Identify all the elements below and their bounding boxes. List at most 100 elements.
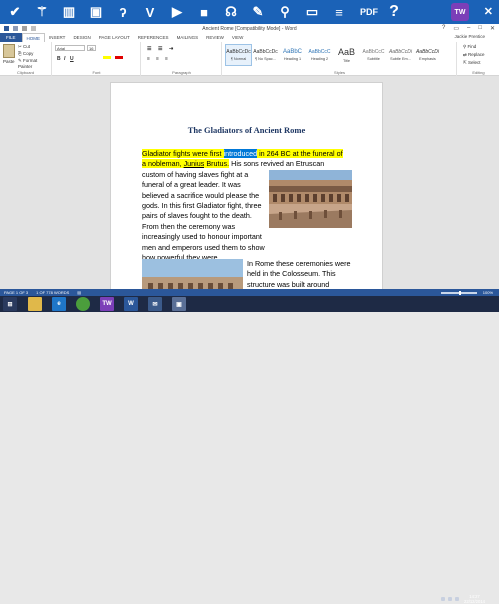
paragraph-custom[interactable]: custom of having slaves fight at a funer… [142, 170, 266, 264]
style-title[interactable]: AaB Title [333, 44, 360, 66]
user-name[interactable]: Jackie Prentice [454, 34, 485, 39]
word-count[interactable]: 1 OF 778 WORDS [36, 290, 69, 295]
style-preview: AaBbCcC [308, 49, 331, 55]
cut-button[interactable]: ✂ Cut [18, 44, 30, 50]
align-right-icon[interactable]: ≡ [165, 56, 168, 62]
indent-icon[interactable]: ⇥ [169, 46, 173, 52]
ribbon: Paste ✂ Cut ⎘ Copy ✎ Format Painter Clip… [0, 42, 499, 76]
paste-icon[interactable] [3, 44, 15, 58]
network-icon[interactable] [441, 597, 445, 601]
document-page[interactable]: The Gladiators of Ancient Rome Gladiator… [110, 82, 383, 289]
editing-group: ⚲ Find ⇄ Replace ⇱ Select Editing [458, 42, 499, 76]
highlighted-text[interactable]: Gladiator fights were first [142, 149, 224, 158]
word-taskbar-icon[interactable]: W [124, 297, 138, 311]
style-heading-1[interactable]: AaBbC Heading 1 [279, 44, 306, 66]
copy-button[interactable]: ⎘ Copy [18, 51, 33, 56]
stop-icon[interactable]: ■ [192, 2, 216, 22]
tab-mailings[interactable]: MAILINGS [173, 33, 203, 42]
font-color-icon[interactable] [115, 56, 123, 59]
numbering-icon[interactable]: ☰ [158, 46, 162, 52]
misspelled-word[interactable]: Junius [183, 159, 205, 169]
flag-icon[interactable] [455, 597, 459, 601]
ribbon-display-button[interactable]: ▭ [453, 25, 459, 32]
style-no-spacing[interactable]: AaBbCcDc ¶ No Spac... [252, 44, 279, 66]
minimize-button[interactable]: – [467, 25, 470, 32]
highlight-color-icon[interactable] [103, 56, 111, 59]
body-text[interactable]: His sons revived an Etruscan [229, 159, 324, 168]
find-button[interactable]: ⚲ Find [463, 44, 476, 50]
file-explorer-icon[interactable] [28, 297, 42, 311]
selected-word[interactable]: introduced [223, 149, 258, 158]
proofing-icon[interactable]: ▤ [77, 290, 81, 295]
help-button[interactable]: ? [442, 25, 445, 32]
tab-page-layout[interactable]: PAGE LAYOUT [95, 33, 134, 42]
style-normal[interactable]: AaBbCcDc ¶ Normal [225, 44, 252, 66]
app-icon[interactable]: ▣ [172, 297, 186, 311]
chrome-icon[interactable] [76, 297, 90, 311]
help-icon[interactable]: ? [382, 2, 406, 22]
volume-icon[interactable] [448, 597, 452, 601]
italic-button[interactable]: I [64, 56, 65, 62]
bold-button[interactable]: B [57, 56, 61, 62]
spell-wand-icon[interactable]: ⚚ [30, 2, 54, 22]
hearing-icon[interactable]: ʔ [111, 2, 135, 22]
replace-label: Replace [468, 52, 485, 57]
tab-insert[interactable]: INSERT [45, 33, 69, 42]
zoom-level[interactable]: 100% [483, 290, 493, 295]
style-name: Title [342, 59, 351, 63]
align-center-icon[interactable]: ≡ [156, 56, 159, 62]
highlighter-icon[interactable]: ✎ [246, 2, 270, 22]
font-size-select[interactable]: 16 [87, 45, 96, 51]
speak-icon[interactable]: V [138, 2, 162, 22]
select-button[interactable]: ⇱ Select [463, 60, 481, 66]
start-icon[interactable]: ⊞ [3, 297, 17, 311]
colosseum-image[interactable] [142, 259, 243, 289]
tab-home[interactable]: HOME [21, 33, 46, 42]
internet-explorer-icon[interactable]: e [52, 297, 66, 311]
style-heading-2[interactable]: AaBbCcC Heading 2 [306, 44, 333, 66]
paragraph-colosseum[interactable]: In Rome these ceremonies were held in th… [247, 259, 361, 289]
document-area[interactable]: The Gladiators of Ancient Rome Gladiator… [0, 76, 499, 289]
book-icon[interactable]: ▥ [57, 2, 81, 22]
search-icon[interactable]: ⚲ [273, 2, 297, 22]
paste-button[interactable]: Paste [3, 59, 15, 64]
window-close-button[interactable]: ✕ [490, 25, 495, 32]
overlay-icon[interactable]: ≡ [327, 2, 351, 22]
highlighted-text[interactable]: in 264 BC at the funeral of [257, 149, 343, 158]
style-subtle-emphasis[interactable]: AaBbCcDi Subtle Em... [387, 44, 414, 66]
underline-button[interactable]: U [70, 56, 74, 62]
pdf-button[interactable]: PDF [356, 2, 382, 22]
clock[interactable]: 14:27 22/12/2014 [464, 594, 485, 604]
highlighted-text[interactable]: Brutus. [204, 159, 230, 169]
tab-design[interactable]: DESIGN [69, 33, 94, 42]
replace-button[interactable]: ⇄ Replace [463, 52, 485, 58]
headphones-icon[interactable]: ☊ [219, 2, 243, 22]
maximize-button[interactable]: □ [478, 25, 482, 32]
screen-icon[interactable]: ▭ [300, 2, 324, 22]
highlighted-text[interactable]: a nobleman, [142, 159, 184, 169]
zoom-slider-handle[interactable] [459, 291, 461, 295]
texthelp-taskbar-icon[interactable]: TW [100, 297, 114, 311]
style-subtitle[interactable]: AaBbCcC Subtitle [360, 44, 387, 66]
document-title[interactable]: The Gladiators of Ancient Rome [111, 125, 382, 135]
page-count[interactable]: PAGE 1 OF 3 [4, 290, 28, 295]
mail-icon[interactable]: ✉ [148, 297, 162, 311]
tab-file[interactable]: FILE [0, 33, 22, 42]
texthelp-badge[interactable]: TW [451, 3, 469, 21]
checkmark-icon[interactable]: ✔ [3, 2, 27, 22]
tab-references[interactable]: REFERENCES [134, 33, 173, 42]
bullets-icon[interactable]: ☰ [147, 46, 151, 52]
align-left-icon[interactable]: ≡ [147, 56, 150, 62]
close-icon[interactable]: ✕ [484, 5, 493, 18]
font-name-select[interactable]: Arial [55, 45, 85, 51]
style-emphasis[interactable]: AaBbCcDi Emphasis [414, 44, 441, 66]
format-painter-button[interactable]: ✎ Format Painter [18, 58, 51, 69]
play-icon[interactable]: ▶ [165, 2, 189, 22]
paragraph-intro[interactable]: Gladiator fights were first introduced i… [142, 149, 357, 170]
colosseum-interior-image[interactable] [269, 170, 352, 228]
style-preview: AaB [337, 47, 355, 57]
tab-view[interactable]: VIEW [228, 33, 248, 42]
status-bar: PAGE 1 OF 3 1 OF 778 WORDS ▤ [0, 289, 499, 296]
tab-review[interactable]: REVIEW [202, 33, 228, 42]
picture-icon[interactable]: ▣ [84, 2, 108, 22]
